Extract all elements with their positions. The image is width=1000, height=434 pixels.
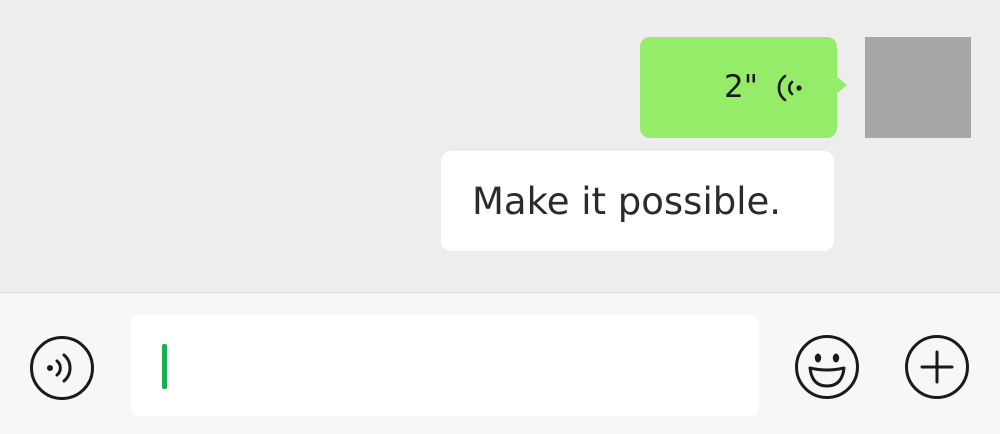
text-caret bbox=[162, 344, 167, 389]
message-input[interactable] bbox=[131, 315, 759, 416]
input-bar bbox=[0, 292, 1000, 434]
avatar[interactable] bbox=[865, 37, 971, 138]
voice-message-duration: 2" bbox=[724, 69, 758, 105]
text-message-content: Make it possible. bbox=[472, 180, 782, 223]
chat-screen: 2" Make it possible. bbox=[0, 0, 1000, 434]
voice-input-icon[interactable] bbox=[29, 335, 95, 401]
plus-circle-icon[interactable] bbox=[904, 334, 970, 400]
text-message-bubble[interactable]: Make it possible. bbox=[441, 151, 834, 251]
bubble-tail bbox=[835, 75, 847, 95]
voice-playback-icon bbox=[777, 74, 802, 102]
emoji-smile-icon[interactable] bbox=[794, 334, 860, 400]
message-list: 2" Make it possible. bbox=[0, 0, 1000, 292]
voice-message-bubble[interactable]: 2" bbox=[640, 37, 847, 138]
